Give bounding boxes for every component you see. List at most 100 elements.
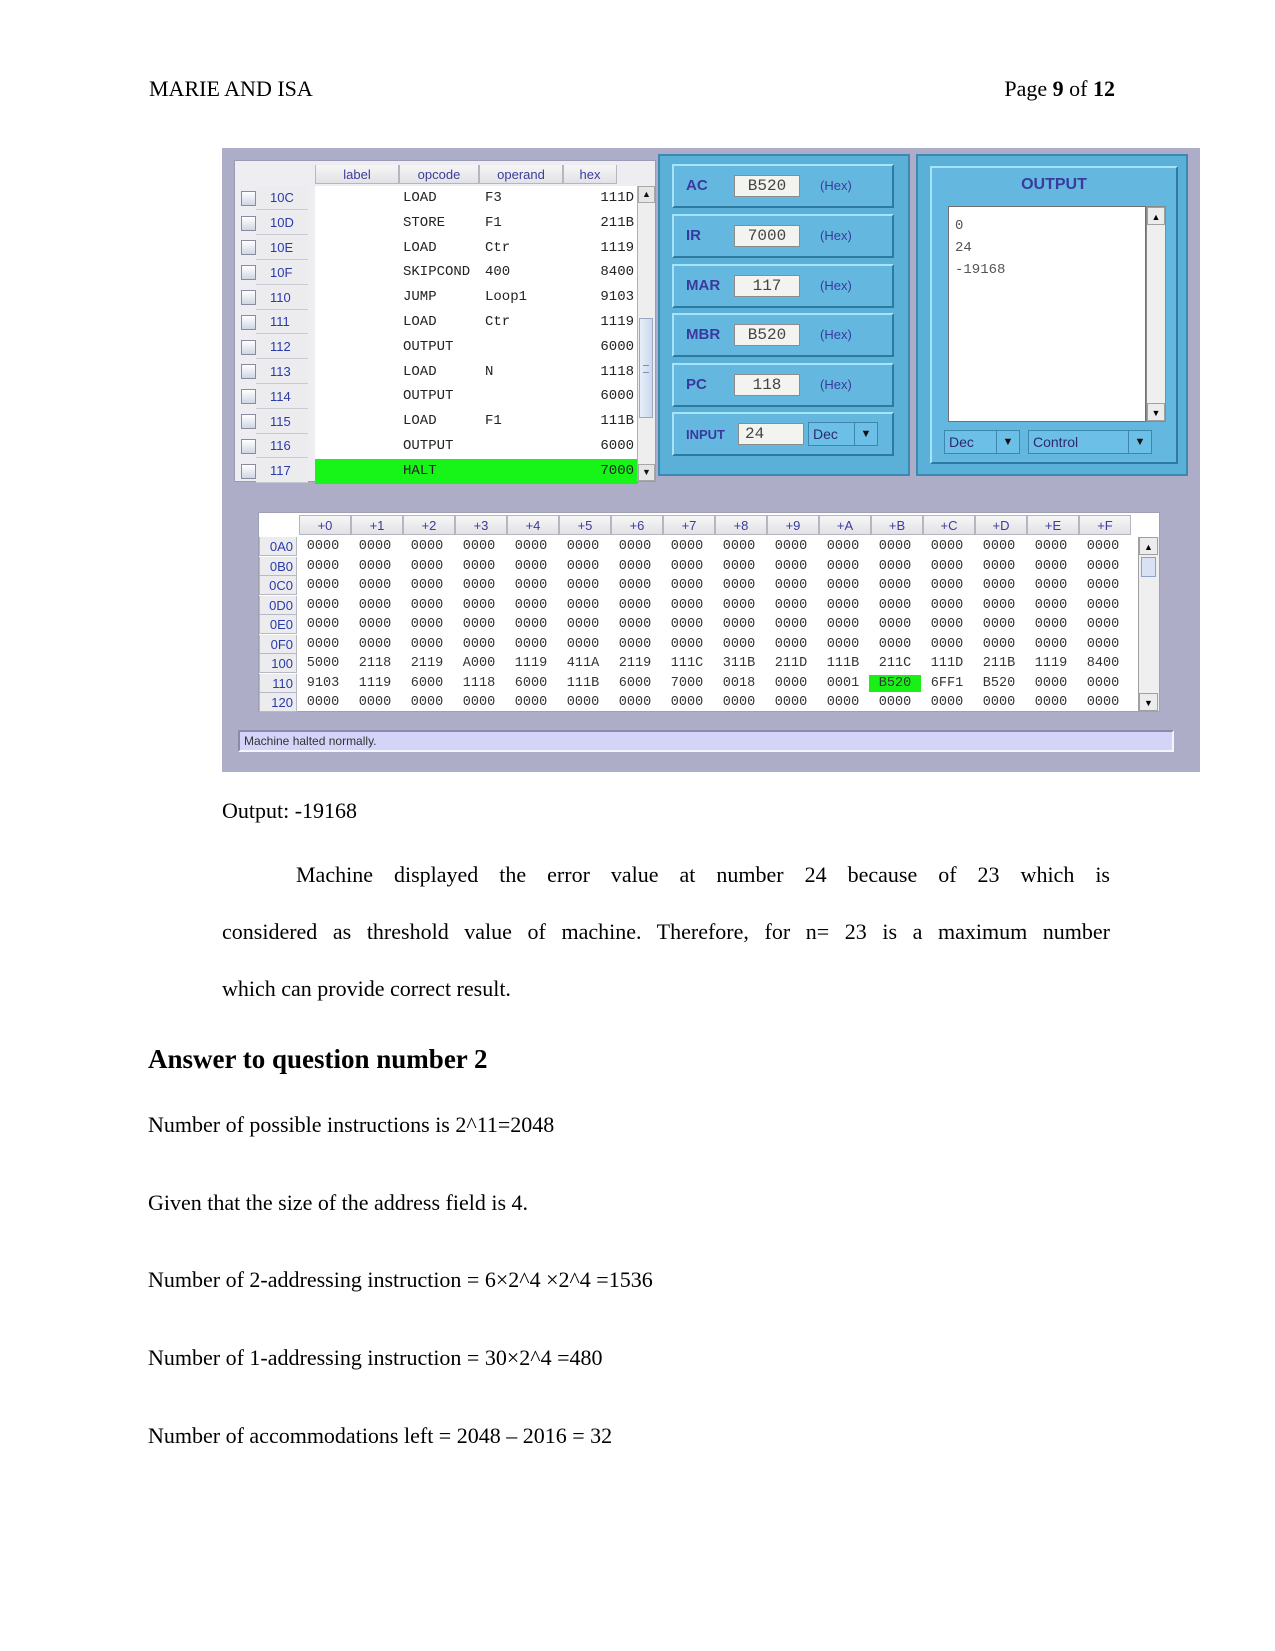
memory-cell: A000 xyxy=(462,656,496,672)
breakpoint-checkbox[interactable] xyxy=(241,339,256,355)
program-row-address: 111 xyxy=(256,310,308,335)
memory-cell: 0000 xyxy=(358,558,392,574)
column-header-hex[interactable]: hex xyxy=(563,165,617,184)
output-textarea[interactable]: 0 24 -19168 xyxy=(948,206,1146,422)
chevron-down-icon: ▼ xyxy=(854,423,877,445)
memory-cell: 0000 xyxy=(826,617,860,633)
memory-cell: 0000 xyxy=(1086,695,1120,711)
program-row[interactable]: 114 OUTPUT 6000 xyxy=(235,384,638,410)
memory-cell: 0000 xyxy=(774,597,808,613)
program-row-cells: LOAD Ctr 1119 xyxy=(315,235,638,261)
program-row[interactable]: 10D STORE F1 211B xyxy=(235,210,638,236)
memory-cell: 0000 xyxy=(358,617,392,633)
breakpoint-checkbox[interactable] xyxy=(241,190,256,206)
memory-row-address: 0C0 xyxy=(259,576,297,596)
memory-row-address: 0A0 xyxy=(259,537,297,557)
memory-cell: 0000 xyxy=(982,636,1016,652)
register-value-field[interactable]: B520 xyxy=(734,175,800,197)
program-row[interactable]: 112 OUTPUT 6000 xyxy=(235,334,638,360)
memory-cell: 1119 xyxy=(1034,656,1068,672)
register-value-field[interactable]: 118 xyxy=(734,374,800,396)
memory-cell: 0000 xyxy=(410,578,444,594)
operand-cell: F3 xyxy=(485,190,502,206)
register-pc: PC 118 (Hex) xyxy=(672,363,894,407)
breakpoint-checkbox[interactable] xyxy=(241,265,256,281)
breakpoint-checkbox[interactable] xyxy=(241,389,256,405)
memory-cell: B520 xyxy=(982,675,1016,691)
column-header-opcode[interactable]: opcode xyxy=(399,165,479,184)
scroll-thumb[interactable] xyxy=(639,318,653,418)
opcode-cell: LOAD xyxy=(403,363,437,380)
scroll-up-arrow-icon[interactable]: ▲ xyxy=(1139,537,1158,555)
program-row-current[interactable]: 117 HALT 7000 xyxy=(235,458,638,484)
program-row-address: 117 xyxy=(256,459,308,484)
breakpoint-checkbox[interactable] xyxy=(241,414,256,430)
breakpoint-checkbox[interactable] xyxy=(241,463,256,479)
memory-row: 120 0000 0000 0000 0000 0000 0000 0000 0000 0000 0… xyxy=(259,693,1129,713)
memory-cell: 0000 xyxy=(774,539,808,555)
memory-column-header: +8 xyxy=(715,515,767,535)
program-scrollbar[interactable]: ▲ ▼ xyxy=(637,186,655,481)
memory-cell: 0000 xyxy=(722,597,756,613)
program-row[interactable]: 116 OUTPUT 6000 xyxy=(235,433,638,459)
memory-cell: 6000 xyxy=(410,675,444,691)
memory-cell: 211C xyxy=(878,656,912,672)
scroll-down-arrow-icon[interactable]: ▼ xyxy=(1147,403,1165,421)
breakpoint-checkbox[interactable] xyxy=(241,438,256,454)
memory-column-header: +B xyxy=(871,515,923,535)
memory-cell: 0000 xyxy=(566,539,600,555)
column-header-operand[interactable]: operand xyxy=(479,165,563,184)
opcode-cell: LOAD xyxy=(403,313,437,330)
memory-cell: 0000 xyxy=(566,578,600,594)
breakpoint-checkbox[interactable] xyxy=(241,364,256,380)
program-row[interactable]: 10F SKIPCOND 400 8400 xyxy=(235,260,638,286)
breakpoint-checkbox[interactable] xyxy=(241,240,256,256)
program-row-address: 116 xyxy=(256,434,308,459)
memory-scrollbar[interactable]: ▲ ▼ xyxy=(1138,537,1159,711)
input-label: INPUT xyxy=(686,427,725,442)
program-row[interactable]: 113 LOAD N 1118 xyxy=(235,359,638,385)
register-ac: AC B520 (Hex) xyxy=(672,164,894,208)
opcode-cell: OUTPUT xyxy=(403,437,454,454)
output-mode-select[interactable]: Dec ▼ xyxy=(944,430,1020,454)
memory-cell: 0000 xyxy=(462,695,496,711)
scroll-down-arrow-icon[interactable]: ▼ xyxy=(1139,693,1158,711)
memory-cell: 0000 xyxy=(514,695,548,711)
output-scrollbar[interactable]: ▲ ▼ xyxy=(1146,206,1166,422)
register-value-field[interactable]: 117 xyxy=(734,275,800,297)
program-row[interactable]: 110 JUMP Loop1 9103 xyxy=(235,285,638,310)
memory-cell: 0000 xyxy=(878,578,912,594)
memory-cell: 0000 xyxy=(566,636,600,652)
program-row[interactable]: 10E LOAD Ctr 1119 xyxy=(235,235,638,261)
memory-row-address: 0D0 xyxy=(259,595,297,615)
opcode-cell: LOAD xyxy=(403,190,437,206)
output-control-select[interactable]: Control ▼ xyxy=(1028,430,1152,454)
register-value-field[interactable]: 7000 xyxy=(734,225,800,247)
program-row[interactable]: 115 LOAD F1 111B xyxy=(235,409,638,434)
memory-cell: 0000 xyxy=(878,597,912,613)
column-header-label[interactable]: label xyxy=(315,165,399,184)
hex-cell: 7000 xyxy=(600,462,634,479)
memory-cell: 0000 xyxy=(566,695,600,711)
answer-line: Number of possible instructions is 2^11=… xyxy=(148,1112,555,1137)
memory-cell: 0000 xyxy=(722,695,756,711)
opcode-cell: SKIPCOND xyxy=(403,264,471,281)
memory-cell: 0000 xyxy=(1086,558,1120,574)
breakpoint-checkbox[interactable] xyxy=(241,215,256,231)
scroll-down-arrow-icon[interactable]: ▼ xyxy=(638,464,655,481)
input-field[interactable]: 24 xyxy=(738,423,804,445)
answer-line: Given that the size of the address field… xyxy=(148,1190,529,1215)
input-mode-select[interactable]: Dec ▼ xyxy=(808,422,878,446)
scroll-up-arrow-icon[interactable]: ▲ xyxy=(638,186,655,203)
scroll-thumb[interactable] xyxy=(1141,557,1156,577)
memory-cell: 2118 xyxy=(358,656,392,672)
output-title: OUTPUT xyxy=(1021,176,1087,193)
register-value-field[interactable]: B520 xyxy=(734,324,800,346)
memory-column-header: +C xyxy=(923,515,975,535)
breakpoint-checkbox[interactable] xyxy=(241,314,256,330)
memory-column-header: +7 xyxy=(663,515,715,535)
breakpoint-checkbox[interactable] xyxy=(241,290,256,306)
program-row[interactable]: 111 LOAD Ctr 1119 xyxy=(235,309,638,335)
program-row[interactable]: 10C LOAD F3 111D xyxy=(235,186,638,211)
scroll-up-arrow-icon[interactable]: ▲ xyxy=(1147,207,1165,225)
